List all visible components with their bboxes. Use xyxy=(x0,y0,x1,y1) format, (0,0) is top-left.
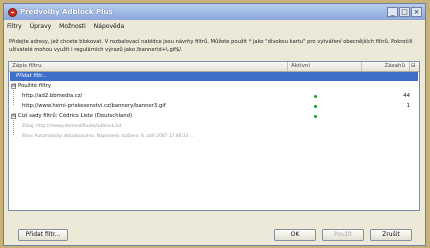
active-indicator[interactable] xyxy=(314,95,317,98)
list-item-label: Přidat filtr... xyxy=(16,73,47,79)
window-controls: _ □ × xyxy=(387,7,422,17)
close-button[interactable]: × xyxy=(411,7,422,17)
hit-count: 1 xyxy=(406,103,410,109)
minimize-button[interactable]: _ xyxy=(387,7,398,17)
list-item-group-subscription[interactable]: ⊟ Cizí sady filtrů: Cédrics Liste (Deuts… xyxy=(10,112,418,121)
menu-filters[interactable]: Filtry xyxy=(7,23,22,33)
column-header-active[interactable]: Aktivní xyxy=(288,62,362,71)
filter-list[interactable]: Zápis filtru Aktivní Zásahů ⊟ Přidat fil… xyxy=(8,61,420,211)
apply-button[interactable]: Použít xyxy=(322,229,364,241)
active-indicator[interactable] xyxy=(314,115,317,118)
list-item-filter[interactable]: http://www.hemi-priskesenstvi.cz/bannery… xyxy=(10,102,418,111)
list-item-filter[interactable]: http://ad2.bbmedia.cz/ 44 xyxy=(10,92,418,101)
list-item-label: Stav: Automaticky aktualizováno. Naposle… xyxy=(22,134,195,139)
list-item-subscription-source: Zdroj: http://rhwwy.de/modifiuate/adbloc… xyxy=(10,122,418,131)
window-title: Předvolby Adblock Plus xyxy=(20,8,113,16)
list-item-label: http://ad2.bbmedia.cz/ xyxy=(22,93,83,99)
adblock-icon xyxy=(8,7,17,17)
title-bar[interactable]: Předvolby Adblock Plus _ □ × xyxy=(4,4,425,20)
list-item-subscription-status: Stav: Automaticky aktualizováno. Naposle… xyxy=(10,132,418,141)
column-header-hits[interactable]: Zásahů xyxy=(362,62,410,71)
maximize-button[interactable]: □ xyxy=(399,7,410,17)
add-filter-button[interactable]: Přidat filtr... xyxy=(18,229,68,241)
list-item-label: Cizí sady filtrů: Cédrics Liste (Deutsch… xyxy=(18,113,133,119)
column-picker-icon[interactable]: ⊟ xyxy=(410,62,419,71)
menu-options[interactable]: Možnosti xyxy=(59,23,86,33)
cancel-button[interactable]: Zrušit xyxy=(370,229,412,241)
list-item-group-used-filters[interactable]: ⊟ Použité filtry xyxy=(10,82,418,91)
list-item-label: Použité filtry xyxy=(18,83,52,89)
hit-count: 44 xyxy=(403,93,410,99)
preferences-window: Předvolby Adblock Plus _ □ × Filtry Úpra… xyxy=(3,3,426,246)
active-indicator[interactable] xyxy=(314,105,317,108)
menu-bar: Filtry Úpravy Možnosti Nápověda xyxy=(7,23,124,33)
instructions-text: Přidejte adresy, jež chcete blokovat. V … xyxy=(9,39,413,53)
menu-help[interactable]: Nápověda xyxy=(94,23,124,33)
column-header-filter[interactable]: Zápis filtru xyxy=(9,62,288,71)
list-item-label: http://www.hemi-priskesenstvi.cz/bannery… xyxy=(22,103,166,109)
list-item-add-filter[interactable]: Přidat filtr... xyxy=(10,72,418,81)
list-item-label: Zdroj: http://rhwwy.de/modifiuate/adbloc… xyxy=(22,124,122,129)
ok-button[interactable]: OK xyxy=(274,229,316,241)
list-header: Zápis filtru Aktivní Zásahů ⊟ xyxy=(9,62,419,72)
menu-edit[interactable]: Úpravy xyxy=(30,23,51,33)
